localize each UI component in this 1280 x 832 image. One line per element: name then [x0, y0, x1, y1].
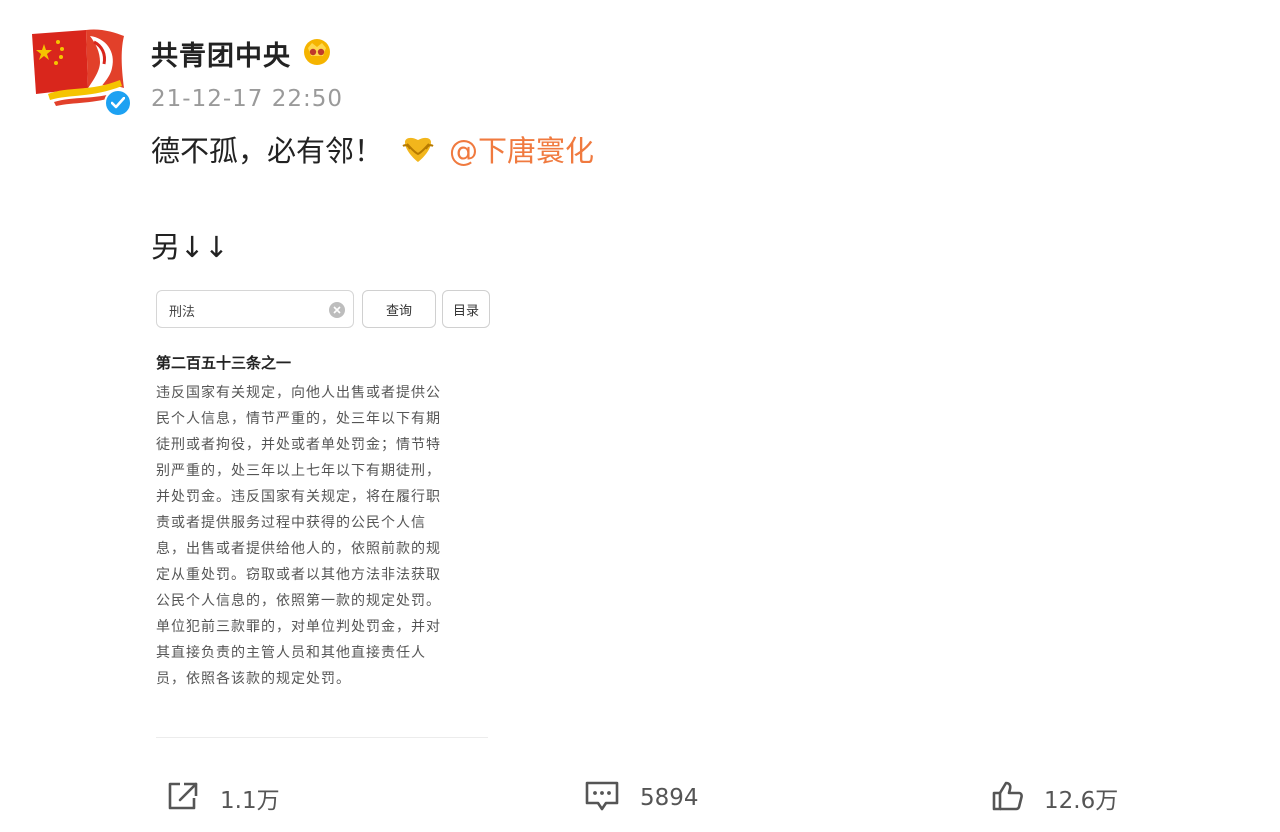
embed-index-button: 目录: [442, 290, 490, 328]
like-button[interactable]: 12.6万: [990, 778, 1118, 818]
embedded-law-image[interactable]: 刑法 查询 目录 第二百五十三条之一 违反国家有关规定，向他人出售或者提供公 民…: [150, 280, 495, 740]
article-line: 民个人信息，情节严重的，处三年以下有期: [156, 411, 441, 427]
article-line: 徒刑或者拘役，并处或者单处罚金；情节特: [156, 437, 441, 453]
article-line: 单位犯前三款罪的，对单位判处罚金，并对: [156, 619, 441, 635]
author-name[interactable]: 共青团中央: [151, 34, 291, 73]
share-count: 1.1万: [220, 788, 280, 814]
comment-icon: [584, 780, 620, 816]
author-avatar[interactable]: [28, 22, 132, 117]
article-line: 并处罚金。违反国家有关规定，将在履行职: [156, 489, 441, 505]
article-line: 公民个人信息的，依照第一款的规定处罚。: [156, 593, 441, 609]
embed-divider: [156, 737, 488, 738]
vip-crown-icon: [302, 36, 332, 66]
user-mention-link[interactable]: @下唐寰化: [449, 128, 594, 170]
article-line: 息，出售或者提供给他人的，依照前款的规: [156, 541, 441, 557]
article-body: 违反国家有关规定，向他人出售或者提供公 民个人信息，情节严重的，处三年以下有期 …: [156, 380, 488, 692]
article-title: 第二百五十三条之一: [156, 354, 292, 372]
article-line: 责或者提供服务过程中获得的公民个人信: [156, 515, 426, 531]
post-text-body: 德不孤，必有邻！: [151, 134, 384, 168]
post-note: 另↓↓: [151, 230, 229, 264]
embed-search-value: 刑法: [169, 305, 196, 320]
article-line: 别严重的，处三年以上七年以下有期徒刑，: [156, 463, 441, 479]
article-line: 违反国家有关规定，向他人出售或者提供公: [156, 385, 441, 401]
verified-badge-icon: [104, 89, 132, 117]
share-icon: [166, 780, 200, 816]
clear-icon: [329, 302, 345, 318]
like-count: 12.6万: [1044, 788, 1119, 814]
article-line: 定从重处罚。窃取或者以其他方法非法获取: [156, 567, 441, 583]
comment-count: 5894: [640, 785, 699, 811]
post-timestamp[interactable]: 21-12-17 22:50: [151, 86, 343, 112]
share-button[interactable]: 1.1万: [166, 778, 280, 818]
article-line: 其直接负责的主管人员和其他直接责任人: [156, 645, 426, 661]
post-text: 德不孤，必有邻！ @下唐寰化: [151, 128, 594, 170]
comment-button[interactable]: 5894: [584, 778, 699, 818]
embed-search-field: 刑法: [156, 290, 354, 328]
embed-query-button: 查询: [362, 290, 436, 328]
hug-emoji-icon: [401, 134, 435, 164]
thumbs-up-icon: [990, 780, 1024, 816]
article-line: 员，依照各该款的规定处罚。: [156, 671, 351, 687]
